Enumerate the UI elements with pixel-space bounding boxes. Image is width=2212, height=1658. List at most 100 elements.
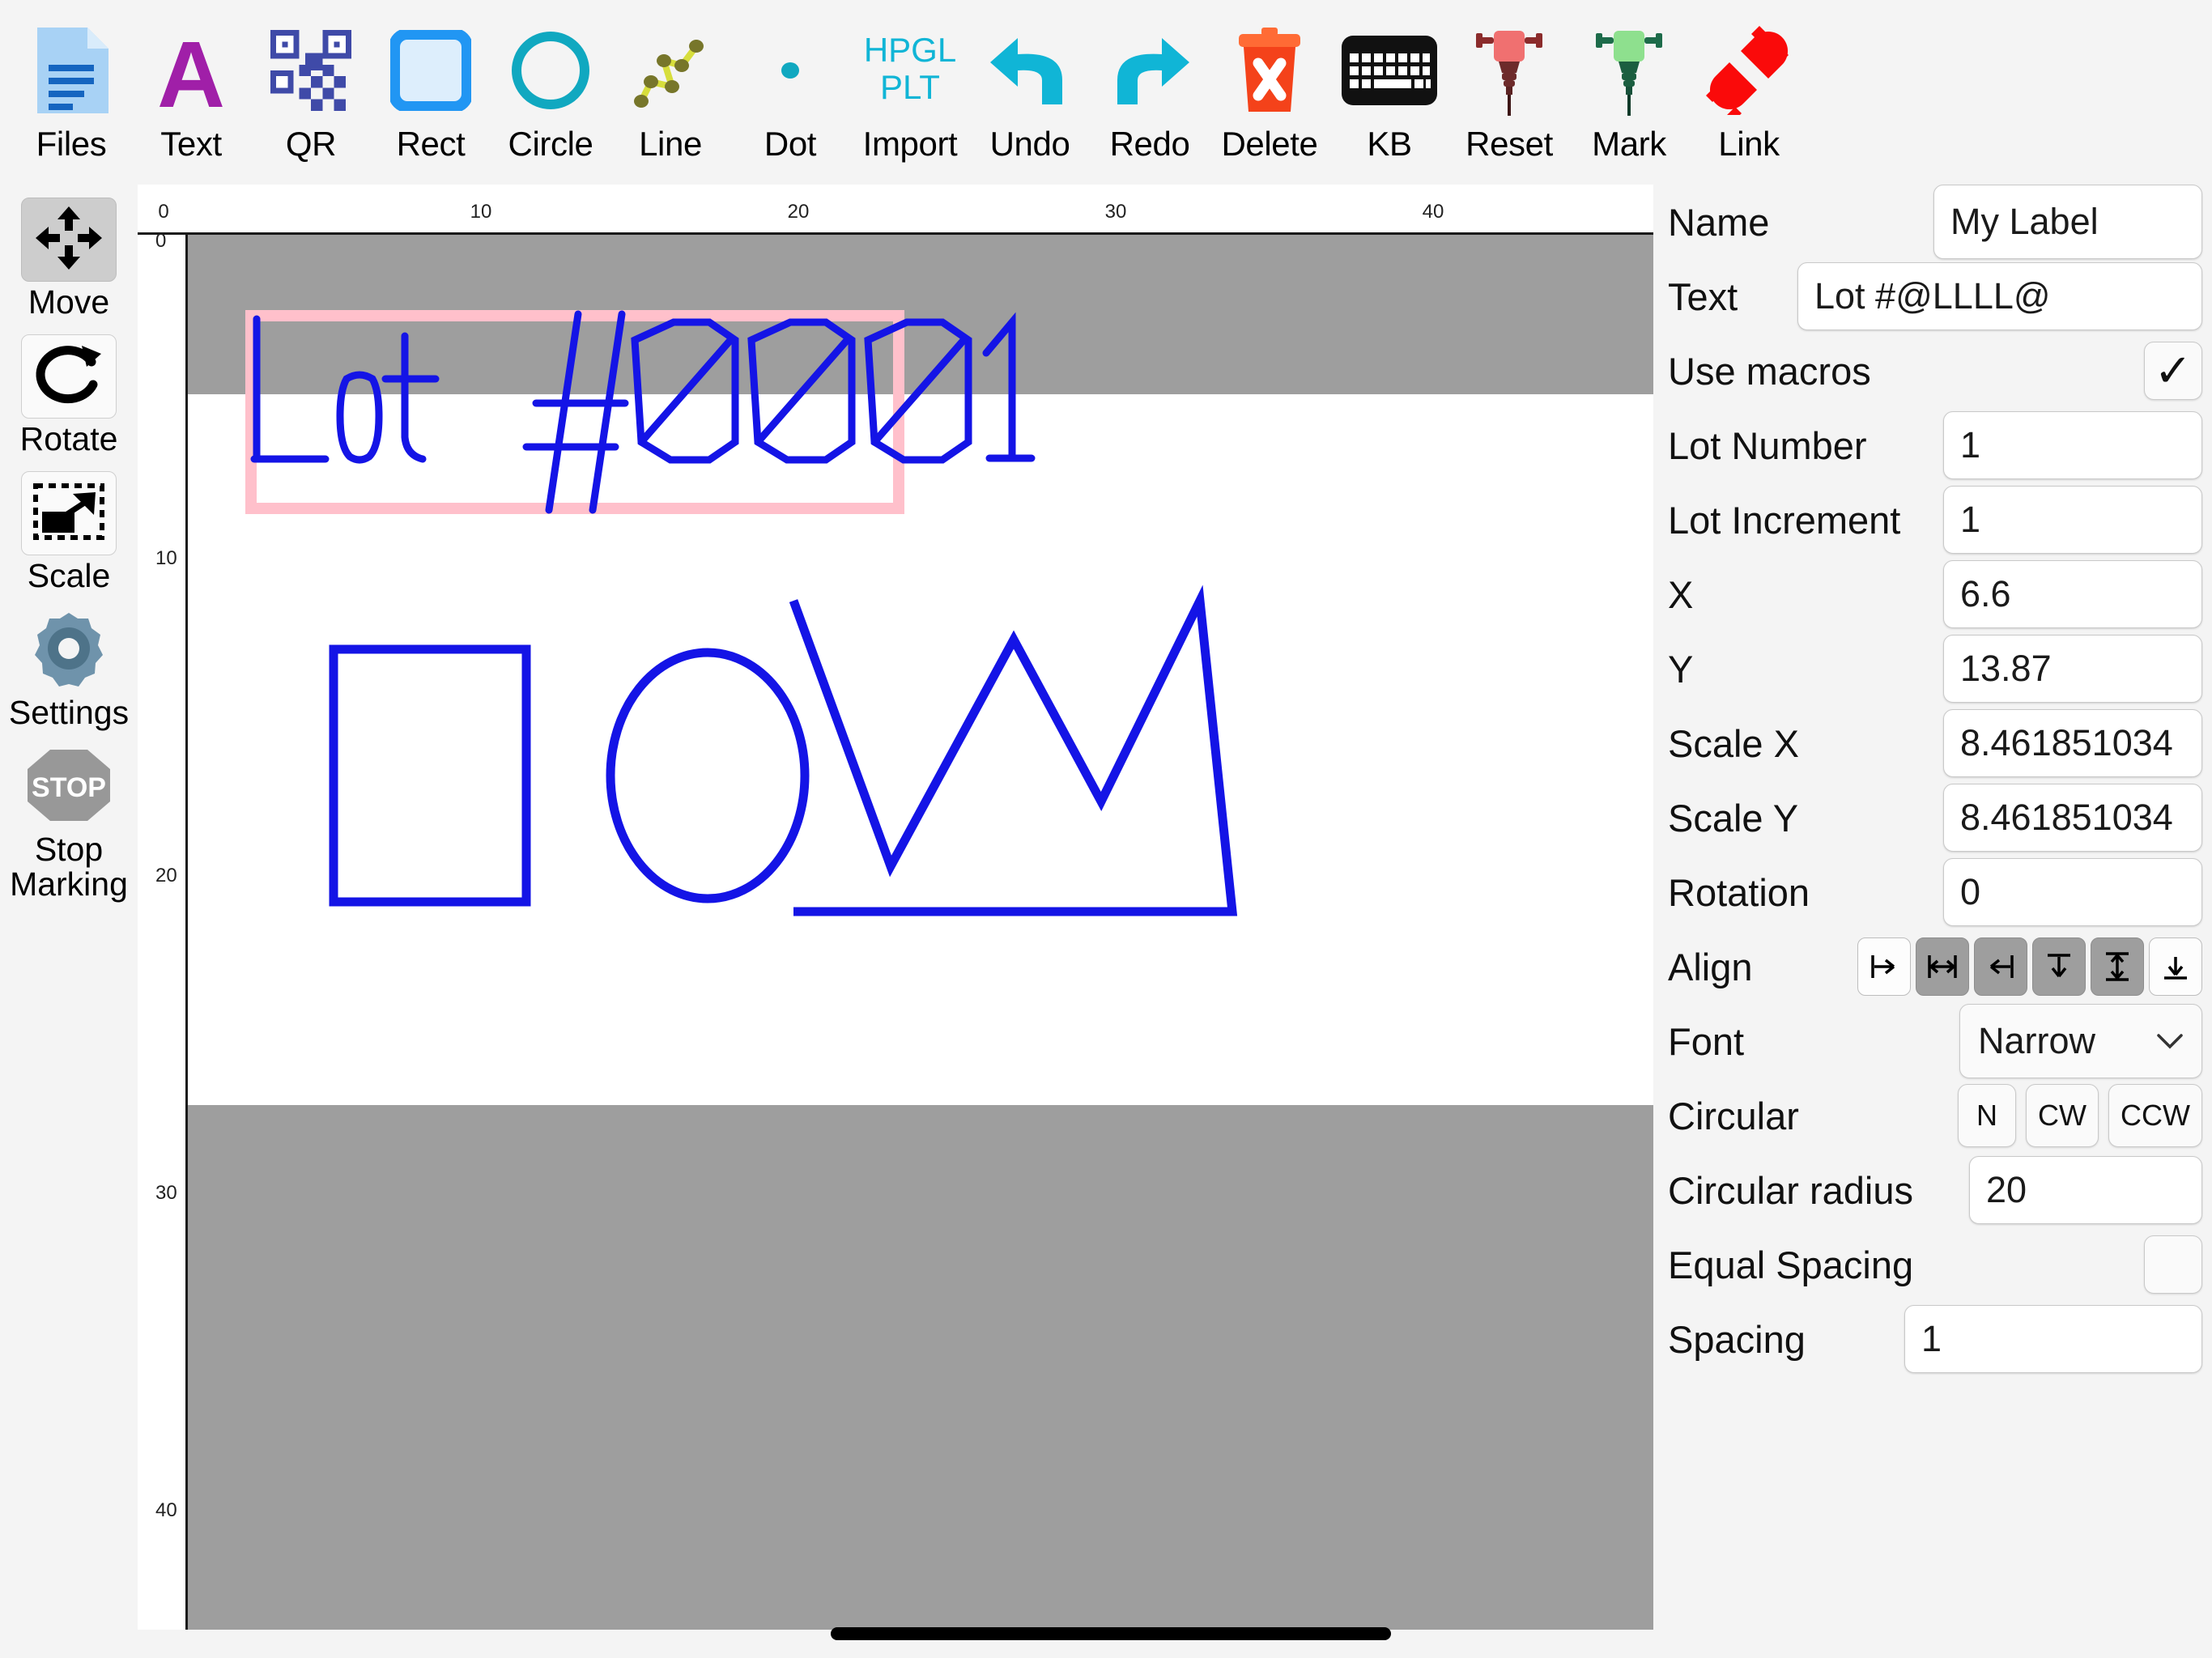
stop-button-box[interactable]: STOP xyxy=(21,745,117,829)
tool-mark[interactable]: Mark xyxy=(1569,0,1689,183)
property-row-scale-x: Scale X 8.461851034 xyxy=(1668,706,2202,780)
tool-files[interactable]: Files xyxy=(11,0,131,183)
polyline-icon xyxy=(623,23,718,118)
tool-label: QR xyxy=(285,125,337,163)
tool-redo[interactable]: Redo xyxy=(1090,0,1210,183)
move-button-box[interactable] xyxy=(21,198,117,282)
sidebar-item-settings[interactable]: Settings xyxy=(0,608,138,730)
ruler-horizontal: 01020304050 xyxy=(138,185,1653,235)
artwork-layer[interactable] xyxy=(188,235,1653,1630)
tool-link[interactable]: Link xyxy=(1689,0,1809,183)
tool-label: Reset xyxy=(1465,125,1553,163)
y-input[interactable]: 13.87 xyxy=(1943,635,2202,703)
scale-button-box[interactable] xyxy=(21,471,117,556)
align-middle-vertical-button[interactable] xyxy=(2091,937,2144,996)
use-macros-checkbox[interactable]: ✓ xyxy=(2144,342,2202,400)
align-top-button[interactable] xyxy=(2032,937,2086,996)
property-row-lot-number: Lot Number 1 xyxy=(1668,408,2202,483)
tool-label: Link xyxy=(1718,125,1780,163)
home-indicator xyxy=(831,1627,1391,1640)
rect-object[interactable] xyxy=(329,644,531,907)
tool-delete[interactable]: Delete xyxy=(1210,0,1329,183)
keyboard-icon xyxy=(1342,23,1437,118)
property-row-rotation: Rotation 0 xyxy=(1668,855,2202,929)
property-row-text: Text Lot #@LLLL@ xyxy=(1668,259,2202,334)
rotate-button-box[interactable] xyxy=(21,334,117,419)
text-object-lot-0001[interactable] xyxy=(250,310,1036,514)
tool-dot[interactable]: Dot xyxy=(730,0,850,183)
circular-radius-input[interactable]: 20 xyxy=(1969,1156,2202,1224)
work-area[interactable] xyxy=(188,235,1653,1630)
sidebar-item-stop-marking[interactable]: STOP Stop Marking xyxy=(0,745,138,902)
tool-reset[interactable]: Reset xyxy=(1449,0,1569,183)
svg-text:HPGL: HPGL xyxy=(864,31,956,69)
sidebar-item-rotate[interactable]: Rotate xyxy=(0,334,138,457)
circle-object[interactable] xyxy=(606,648,810,903)
top-toolbar: Files A Text QR Rect Circle Line Dot HPG… xyxy=(0,0,2212,185)
property-row-align: Align xyxy=(1668,929,2202,1004)
tool-label: Mark xyxy=(1592,125,1666,163)
lot-number-input[interactable]: 1 xyxy=(1943,411,2202,479)
crown-polyline-object[interactable] xyxy=(789,585,1238,916)
settings-button-box[interactable] xyxy=(21,608,117,692)
tool-line[interactable]: Line xyxy=(610,0,730,183)
property-row-equal-spacing: Equal Spacing xyxy=(1668,1227,2202,1302)
sidebar-item-move[interactable]: Move xyxy=(0,198,138,320)
gear-icon xyxy=(28,610,109,691)
disconnected-plug-icon xyxy=(1701,23,1797,118)
align-center-horizontal-button[interactable] xyxy=(1916,937,1969,996)
tool-circle[interactable]: Circle xyxy=(491,0,610,183)
circular-none-button[interactable]: N xyxy=(1958,1084,2017,1147)
circle-icon xyxy=(503,23,598,118)
scale-x-input[interactable]: 8.461851034 xyxy=(1943,709,2202,777)
circular-ccw-button[interactable]: CCW xyxy=(2108,1084,2202,1147)
property-row-name: Name My Label xyxy=(1668,185,2202,259)
ruler-top-tick: 30 xyxy=(1104,201,1127,223)
align-bottom-button[interactable] xyxy=(2149,937,2202,996)
font-select-value: Narrow xyxy=(1978,1020,2096,1061)
sidebar-item-scale[interactable]: Scale xyxy=(0,471,138,593)
tool-label: Circle xyxy=(508,125,593,163)
lot-number-label: Lot Number xyxy=(1668,423,1867,467)
lot-increment-input[interactable]: 1 xyxy=(1943,486,2202,554)
tool-import[interactable]: HPGL PLT Import xyxy=(850,0,970,183)
text-input[interactable]: Lot #@LLLL@ xyxy=(1797,262,2202,330)
font-select[interactable]: Narrow xyxy=(1959,1004,2202,1078)
tool-label: KB xyxy=(1367,125,1412,163)
tool-rect[interactable]: Rect xyxy=(371,0,491,183)
sidebar-item-label: Move xyxy=(28,283,110,321)
equal-spacing-label: Equal Spacing xyxy=(1668,1243,1914,1286)
property-row-spacing: Spacing 1 xyxy=(1668,1302,2202,1376)
rotate-cw-icon xyxy=(33,342,104,411)
scale-y-label: Scale Y xyxy=(1668,796,1799,840)
tool-kb[interactable]: KB xyxy=(1329,0,1449,183)
tool-qr[interactable]: QR xyxy=(251,0,371,183)
green-jackhammer-icon xyxy=(1581,23,1677,118)
tool-text[interactable]: A Text xyxy=(131,0,251,183)
qr-code-icon xyxy=(263,23,359,118)
property-row-y: Y 13.87 xyxy=(1668,631,2202,706)
canvas-area[interactable]: 01020304050 010203040 xyxy=(138,185,1653,1630)
circular-cw-button[interactable]: CW xyxy=(2026,1084,2099,1147)
ruler-left-tick: 10 xyxy=(155,547,177,569)
ruler-left-tick: 20 xyxy=(155,865,177,886)
scale-x-label: Scale X xyxy=(1668,721,1799,765)
equal-spacing-checkbox[interactable] xyxy=(2144,1235,2202,1294)
ruler-left-tick: 30 xyxy=(155,1182,177,1204)
spacing-input[interactable]: 1 xyxy=(1904,1305,2202,1373)
sidebar-item-label: Scale xyxy=(27,557,111,595)
x-input[interactable]: 6.6 xyxy=(1943,560,2202,628)
name-input[interactable]: My Label xyxy=(1933,185,2202,259)
property-row-font: Font Narrow xyxy=(1668,1004,2202,1078)
rotation-input[interactable]: 0 xyxy=(1943,858,2202,926)
left-sidebar: Move Rotate Scale Settings STOP Stop Mar… xyxy=(0,185,138,1658)
scale-y-input[interactable]: 8.461851034 xyxy=(1943,784,2202,852)
tool-undo[interactable]: Undo xyxy=(970,0,1090,183)
svg-text:STOP: STOP xyxy=(32,772,106,803)
tool-label: Delete xyxy=(1221,125,1318,163)
ruler-left-tick: 0 xyxy=(155,230,167,252)
sidebar-item-label: Settings xyxy=(8,694,130,732)
align-right-button[interactable] xyxy=(1974,937,2027,996)
align-left-button[interactable] xyxy=(1857,937,1911,996)
tool-label: Files xyxy=(36,125,107,163)
